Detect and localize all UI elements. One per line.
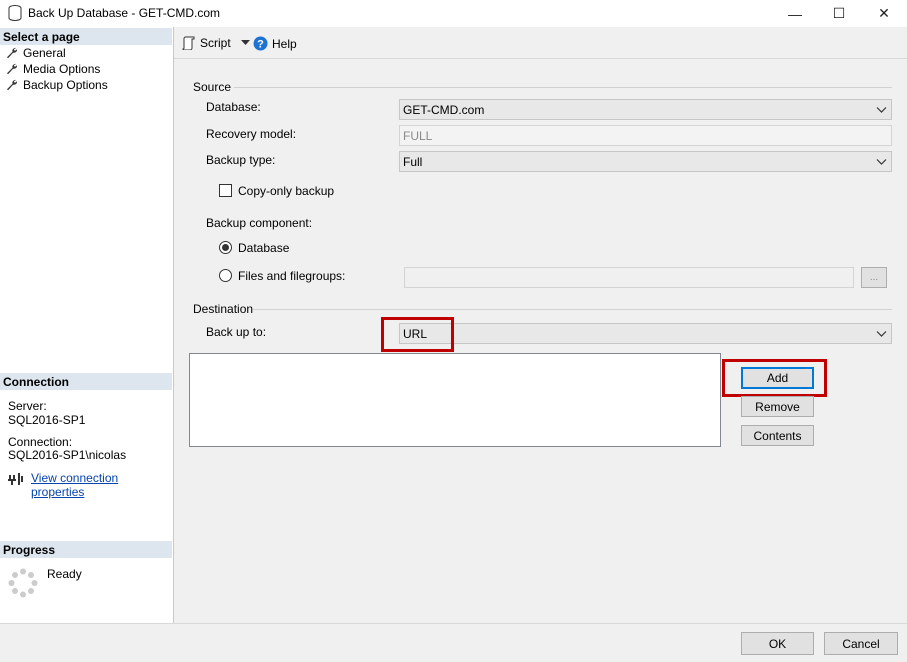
sidebar: Select a page General Media Options Back…: [0, 27, 174, 623]
wrench-icon: [7, 79, 18, 91]
sidebar-item-general[interactable]: General: [6, 45, 66, 61]
component-files-radio[interactable]: [219, 269, 232, 282]
wrench-icon: [7, 63, 18, 75]
minimize-icon: —: [788, 5, 802, 22]
destination-list[interactable]: [189, 353, 721, 447]
sidebar-item-backup-options[interactable]: Backup Options: [6, 77, 108, 93]
footer-divider: [0, 623, 907, 624]
add-highlight-box: [722, 359, 827, 397]
cancel-button[interactable]: Cancel: [824, 632, 898, 655]
browse-label: ...: [869, 272, 879, 283]
url-highlight-box: [381, 317, 454, 352]
progress-spinner-icon: [8, 568, 38, 598]
filegroups-browse-button: ...: [861, 267, 887, 288]
copy-only-checkbox[interactable]: [219, 184, 232, 197]
chevron-down-icon: [876, 107, 887, 113]
copy-only-label: Copy-only backup: [238, 184, 335, 198]
sidebar-item-label: Media Options: [23, 62, 101, 76]
script-button[interactable]: Script: [182, 36, 250, 50]
source-divider: [234, 87, 892, 88]
view-connection-properties-link[interactable]: View connection properties: [31, 471, 173, 499]
sidebar-item-label: General: [23, 46, 66, 60]
connection-header: Connection: [0, 373, 172, 390]
remove-label: Remove: [755, 399, 800, 414]
backup-to-label: Back up to:: [206, 325, 267, 339]
backup-type-select[interactable]: Full: [399, 151, 892, 172]
maximize-icon: ☐: [832, 5, 846, 21]
database-icon: [8, 5, 22, 21]
source-group-label: Source: [193, 80, 232, 94]
window-title: Back Up Database - GET-CMD.com: [28, 6, 221, 20]
database-value: GET-CMD.com: [403, 102, 485, 117]
script-icon: [182, 36, 195, 50]
maximize-button[interactable]: ☐: [816, 0, 862, 27]
destination-divider: [253, 309, 892, 310]
database-label: Database:: [206, 100, 261, 114]
select-page-header: Select a page: [0, 28, 172, 45]
chevron-down-icon: [876, 159, 887, 165]
chevron-down-icon: [876, 331, 887, 337]
component-files-label: Files and filegroups:: [238, 269, 346, 283]
sidebar-item-label: Backup Options: [23, 78, 108, 92]
backup-type-value: Full: [403, 154, 423, 169]
backup-type-label: Backup type:: [206, 153, 276, 167]
filegroups-field: [404, 267, 854, 288]
backup-to-select[interactable]: URL: [399, 323, 892, 344]
script-label: Script: [200, 36, 231, 50]
connection-value: SQL2016-SP1\nicolas: [8, 448, 127, 462]
component-database-label: Database: [238, 241, 290, 255]
recovery-model-value: FULL: [403, 128, 433, 143]
chevron-down-icon[interactable]: [240, 40, 250, 46]
connection-properties-icon: [8, 473, 23, 485]
contents-label: Contents: [753, 428, 802, 443]
database-select[interactable]: GET-CMD.com: [399, 99, 892, 120]
cancel-label: Cancel: [842, 636, 880, 651]
title-bar: Back Up Database - GET-CMD.com — ☐ ✕: [0, 0, 907, 27]
sidebar-item-media-options[interactable]: Media Options: [6, 61, 100, 77]
svg-text:?: ?: [257, 39, 264, 51]
help-label: Help: [272, 36, 297, 51]
component-database-radio[interactable]: [219, 241, 232, 254]
destination-group-label: Destination: [193, 302, 254, 316]
remove-button[interactable]: Remove: [741, 396, 814, 417]
radio-selected-dot: [222, 244, 229, 251]
minimize-button[interactable]: —: [772, 0, 818, 27]
ok-button[interactable]: OK: [741, 632, 814, 655]
close-button[interactable]: ✕: [861, 0, 907, 27]
progress-header: Progress: [0, 541, 172, 558]
server-value: SQL2016-SP1: [8, 413, 86, 427]
contents-button[interactable]: Contents: [741, 425, 814, 446]
ok-label: OK: [768, 636, 787, 651]
recovery-model-label: Recovery model:: [206, 127, 297, 141]
help-icon: ?: [253, 36, 268, 51]
help-button[interactable]: ? Help: [253, 36, 297, 51]
connection-label: Connection:: [8, 435, 73, 449]
wrench-icon: [7, 47, 18, 59]
backup-component-label: Backup component:: [206, 216, 313, 230]
server-label: Server:: [8, 399, 47, 413]
recovery-model-field: FULL: [399, 125, 892, 146]
progress-status: Ready: [47, 567, 82, 581]
close-icon: ✕: [878, 5, 890, 21]
